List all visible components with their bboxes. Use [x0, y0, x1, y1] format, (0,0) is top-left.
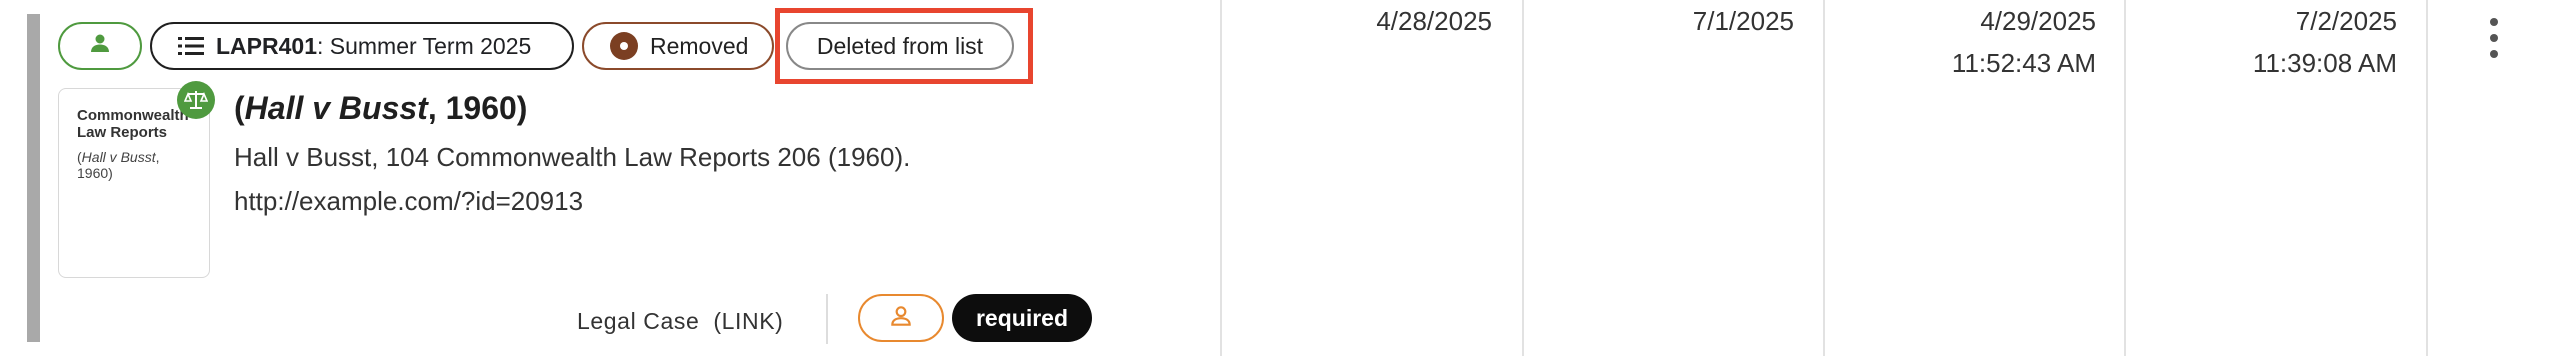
column-divider [1823, 0, 1825, 356]
removed-label: Removed [650, 32, 749, 59]
column-divider [1220, 0, 1222, 356]
resource-citation: Hall v Busst, 104 Commonwealth Law Repor… [234, 142, 911, 172]
date-cell-4: 7/2/2025 11:39:08 AM [2252, 6, 2397, 78]
thumbnail-title: Commonwealth Law Reports [77, 107, 189, 141]
more-vert-icon[interactable] [2484, 18, 2504, 58]
course-term: : Summer Term 2025 [316, 32, 532, 59]
balance-scale-icon [177, 81, 215, 119]
list-icon [178, 35, 204, 57]
person-outline-icon [888, 303, 914, 334]
column-divider [1522, 0, 1524, 356]
course-list-chip[interactable]: LAPR401: Summer Term 2025 [150, 22, 574, 70]
column-divider [2426, 0, 2428, 356]
person-icon [88, 31, 112, 61]
removed-status-icon [610, 32, 638, 60]
row-status-rail [27, 14, 40, 342]
column-divider [2124, 0, 2126, 356]
thumbnail-subtitle: (Hall v Busst, 1960) [77, 149, 160, 181]
resource-type-label: Legal Case (LINK) [577, 308, 784, 334]
resource-url[interactable]: http://example.com/?id=20913 [234, 186, 583, 217]
required-badge[interactable]: required [952, 294, 1092, 342]
divider [826, 294, 828, 344]
date-cell-1: 4/28/2025 [1376, 6, 1492, 36]
course-code: LAPR401 [216, 32, 317, 59]
resource-title[interactable]: (Hall v Busst, 1960) [234, 90, 527, 127]
student-view-button[interactable] [58, 22, 142, 70]
highlight-box [775, 8, 1033, 84]
date-cell-3: 4/29/2025 11:52:43 AM [1951, 6, 2096, 78]
date-cell-2: 7/1/2025 [1692, 6, 1794, 36]
assign-person-button[interactable] [858, 294, 944, 342]
removed-status-chip[interactable]: Removed [582, 22, 774, 70]
